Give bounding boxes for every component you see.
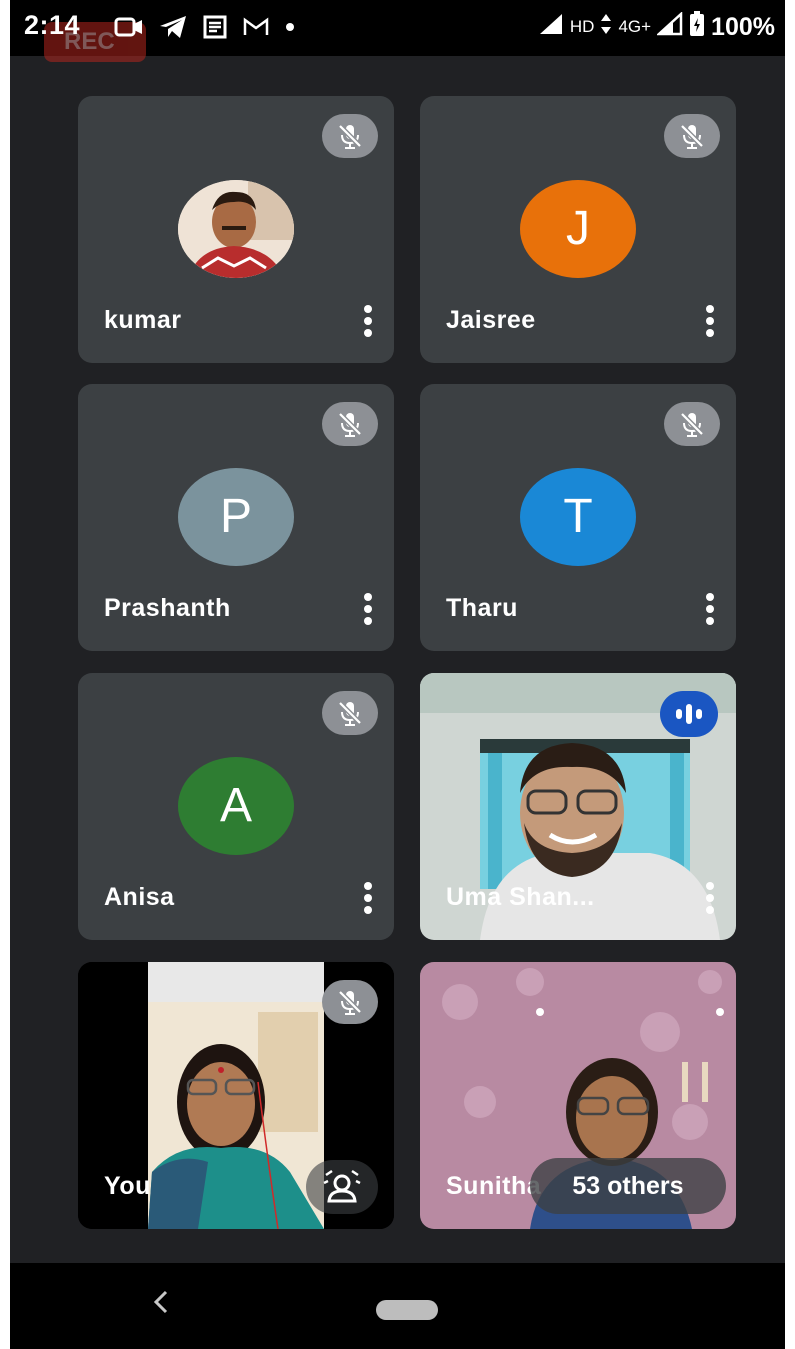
system-nav-bar — [10, 1263, 785, 1349]
battery-level: 100% — [711, 12, 775, 41]
status-bar: REC 2:14 HD 4G+ 100% — [10, 0, 785, 62]
mic-off-icon — [322, 980, 378, 1024]
network-type: 4G+ — [618, 17, 652, 36]
participant-name: You — [104, 1172, 151, 1200]
mic-off-icon — [322, 402, 378, 446]
participant-name: Prashanth — [104, 594, 231, 622]
participant-tile-anisa[interactable]: A Anisa — [78, 673, 394, 940]
speaking-indicator-icon — [660, 691, 718, 737]
meet-screen: REC 2:14 HD 4G+ 100% kumar J Jaisree P P… — [10, 0, 785, 1349]
avatar-letter: P — [178, 468, 294, 566]
participant-tile-jaisree[interactable]: J Jaisree — [420, 96, 736, 363]
signal-icon — [538, 12, 564, 42]
more-options-icon[interactable] — [700, 301, 720, 341]
status-time: 2:14 — [24, 10, 81, 40]
participant-tile-uma-shankar[interactable]: Uma Shan... — [420, 673, 736, 940]
signal-icon-2 — [655, 11, 683, 42]
mic-off-icon — [322, 114, 378, 158]
participant-tile-sunitha[interactable]: Sunitha 53 others — [420, 962, 736, 1229]
hd-label: HD — [569, 17, 595, 36]
news-icon — [202, 14, 228, 45]
data-arrows-icon — [600, 13, 612, 41]
avatar-letter: T — [520, 468, 636, 566]
participant-tile-prashanth[interactable]: P Prashanth — [78, 384, 394, 651]
participant-name: kumar — [104, 306, 182, 334]
avatar-photo — [178, 180, 294, 278]
gmail-icon — [242, 15, 270, 44]
back-arrow-icon[interactable] — [152, 1289, 170, 1323]
background-blur-icon[interactable] — [306, 1160, 378, 1214]
more-options-icon[interactable] — [358, 589, 378, 629]
more-options-icon[interactable] — [700, 878, 720, 918]
video-icon — [114, 14, 144, 45]
participant-name: Sunitha — [446, 1172, 542, 1200]
participant-tile-tharu[interactable]: T Tharu — [420, 384, 736, 651]
mic-off-icon — [664, 402, 720, 446]
participant-name: Anisa — [104, 883, 175, 911]
avatar-letter: J — [520, 180, 636, 278]
home-pill-icon[interactable] — [376, 1300, 438, 1320]
telegram-icon — [158, 14, 188, 45]
mic-off-icon — [322, 691, 378, 735]
more-options-icon[interactable] — [358, 878, 378, 918]
participant-name: Uma Shan... — [446, 883, 595, 911]
participant-tile-self[interactable]: You — [78, 962, 394, 1229]
dot-icon — [284, 20, 296, 38]
battery-icon — [689, 11, 705, 43]
avatar-letter: A — [178, 757, 294, 855]
participant-name: Tharu — [446, 594, 518, 622]
others-count-chip[interactable]: 53 others — [530, 1158, 726, 1214]
mic-off-icon — [664, 114, 720, 158]
participant-name: Jaisree — [446, 306, 536, 334]
more-options-icon[interactable] — [358, 301, 378, 341]
participant-tile-kumar[interactable]: kumar — [78, 96, 394, 363]
notification-icons — [114, 14, 296, 44]
more-options-icon[interactable] — [700, 589, 720, 629]
status-right: HD 4G+ 100% — [538, 10, 775, 44]
